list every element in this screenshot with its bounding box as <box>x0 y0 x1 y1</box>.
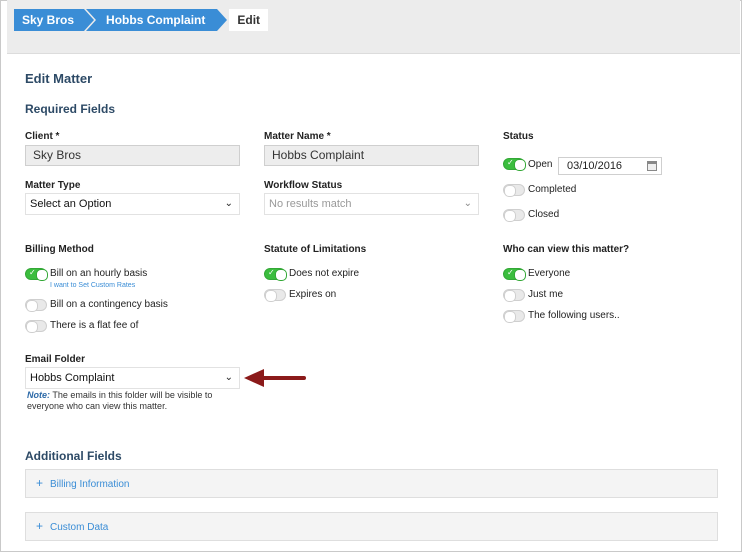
visibility-users-label: The following users.. <box>528 310 620 321</box>
status-open-label: Open <box>528 159 553 170</box>
additional-fields-heading: Additional Fields <box>25 449 122 463</box>
annotation-arrow-icon <box>244 369 306 387</box>
workflow-status-select[interactable]: No results match ⌄ <box>264 193 479 215</box>
check-icon: ✓ <box>507 268 514 277</box>
matter-type-label: Matter Type <box>25 180 81 191</box>
billing-contingency-toggle[interactable] <box>25 299 47 312</box>
plus-icon: + <box>36 476 44 490</box>
statute-expires-label: Expires on <box>289 289 337 300</box>
status-completed-label: Completed <box>528 184 577 195</box>
custom-rates-link[interactable]: I want to Set Custom Rates <box>50 282 135 289</box>
status-closed-label: Closed <box>528 209 560 220</box>
check-icon: ✓ <box>29 268 36 277</box>
page-title: Edit Matter <box>25 71 93 86</box>
visibility-everyone-toggle[interactable]: ✓ <box>503 268 526 281</box>
billing-flat-fee-toggle[interactable] <box>25 320 47 333</box>
status-closed-toggle[interactable] <box>503 209 525 222</box>
breadcrumb: Sky Bros Hobbs Complaint Edit <box>14 9 269 31</box>
required-fields-heading: Required Fields <box>25 102 116 116</box>
top-bar: Sky Bros Hobbs Complaint Edit <box>7 0 740 54</box>
visibility-everyone-label: Everyone <box>528 268 571 279</box>
billing-method-label: Billing Method <box>25 244 94 255</box>
statute-label: Statute of Limitations <box>264 244 367 255</box>
statute-expires-toggle[interactable] <box>264 289 286 302</box>
workflow-status-label: Workflow Status <box>264 180 343 191</box>
email-folder-label: Email Folder <box>25 354 86 365</box>
visibility-users-toggle[interactable] <box>503 310 525 323</box>
note-text: The emails in this folder will be visibl… <box>27 390 213 411</box>
email-folder-value: Hobbs Complaint <box>30 372 115 384</box>
status-date-field[interactable]: 03/10/2016 <box>558 157 662 175</box>
client-field[interactable]: Sky Bros <box>25 145 240 166</box>
billing-information-label: Billing Information <box>50 479 130 490</box>
chevron-down-icon: ⌄ <box>463 198 472 209</box>
billing-contingency-label: Bill on a contingency basis <box>50 299 168 310</box>
chevron-down-icon: ⌄ <box>224 198 233 209</box>
status-open-toggle[interactable]: ✓ <box>503 158 526 171</box>
custom-data-panel[interactable]: + Custom Data <box>25 512 718 541</box>
visibility-just-me-label: Just me <box>528 289 564 300</box>
billing-information-panel[interactable]: + Billing Information <box>25 469 718 498</box>
plus-icon: + <box>36 519 44 533</box>
breadcrumb-current: Edit <box>229 9 269 31</box>
check-icon: ✓ <box>507 158 514 167</box>
status-label: Status <box>503 131 534 142</box>
check-icon: ✓ <box>268 268 275 277</box>
email-folder-select[interactable]: Hobbs Complaint ⌄ <box>25 367 240 389</box>
statute-no-expire-toggle[interactable]: ✓ <box>264 268 287 281</box>
matter-name-field[interactable]: Hobbs Complaint <box>264 145 479 166</box>
billing-flat-fee-label: There is a flat fee of <box>50 320 139 331</box>
custom-data-label: Custom Data <box>50 522 109 533</box>
note-prefix: Note: <box>27 390 50 400</box>
billing-hourly-toggle[interactable]: ✓ <box>25 268 48 281</box>
statute-no-expire-label: Does not expire <box>289 268 360 279</box>
status-date-value: 03/10/2016 <box>567 160 623 172</box>
billing-hourly-label: Bill on an hourly basis <box>50 268 148 279</box>
email-folder-note: Note: The emails in this folder will be … <box>27 390 227 412</box>
visibility-label: Who can view this matter? <box>503 244 630 255</box>
matter-type-value: Select an Option <box>30 198 112 210</box>
visibility-just-me-toggle[interactable] <box>503 289 525 302</box>
status-completed-toggle[interactable] <box>503 184 525 197</box>
breadcrumb-client[interactable]: Sky Bros <box>14 9 95 31</box>
client-label: Client * <box>25 131 60 142</box>
breadcrumb-matter[interactable]: Hobbs Complaint <box>86 9 228 31</box>
calendar-icon[interactable] <box>647 161 657 171</box>
matter-name-label: Matter Name * <box>264 131 331 142</box>
chevron-down-icon: ⌄ <box>224 372 233 383</box>
workflow-status-value: No results match <box>269 198 352 210</box>
matter-type-select[interactable]: Select an Option ⌄ <box>25 193 240 215</box>
